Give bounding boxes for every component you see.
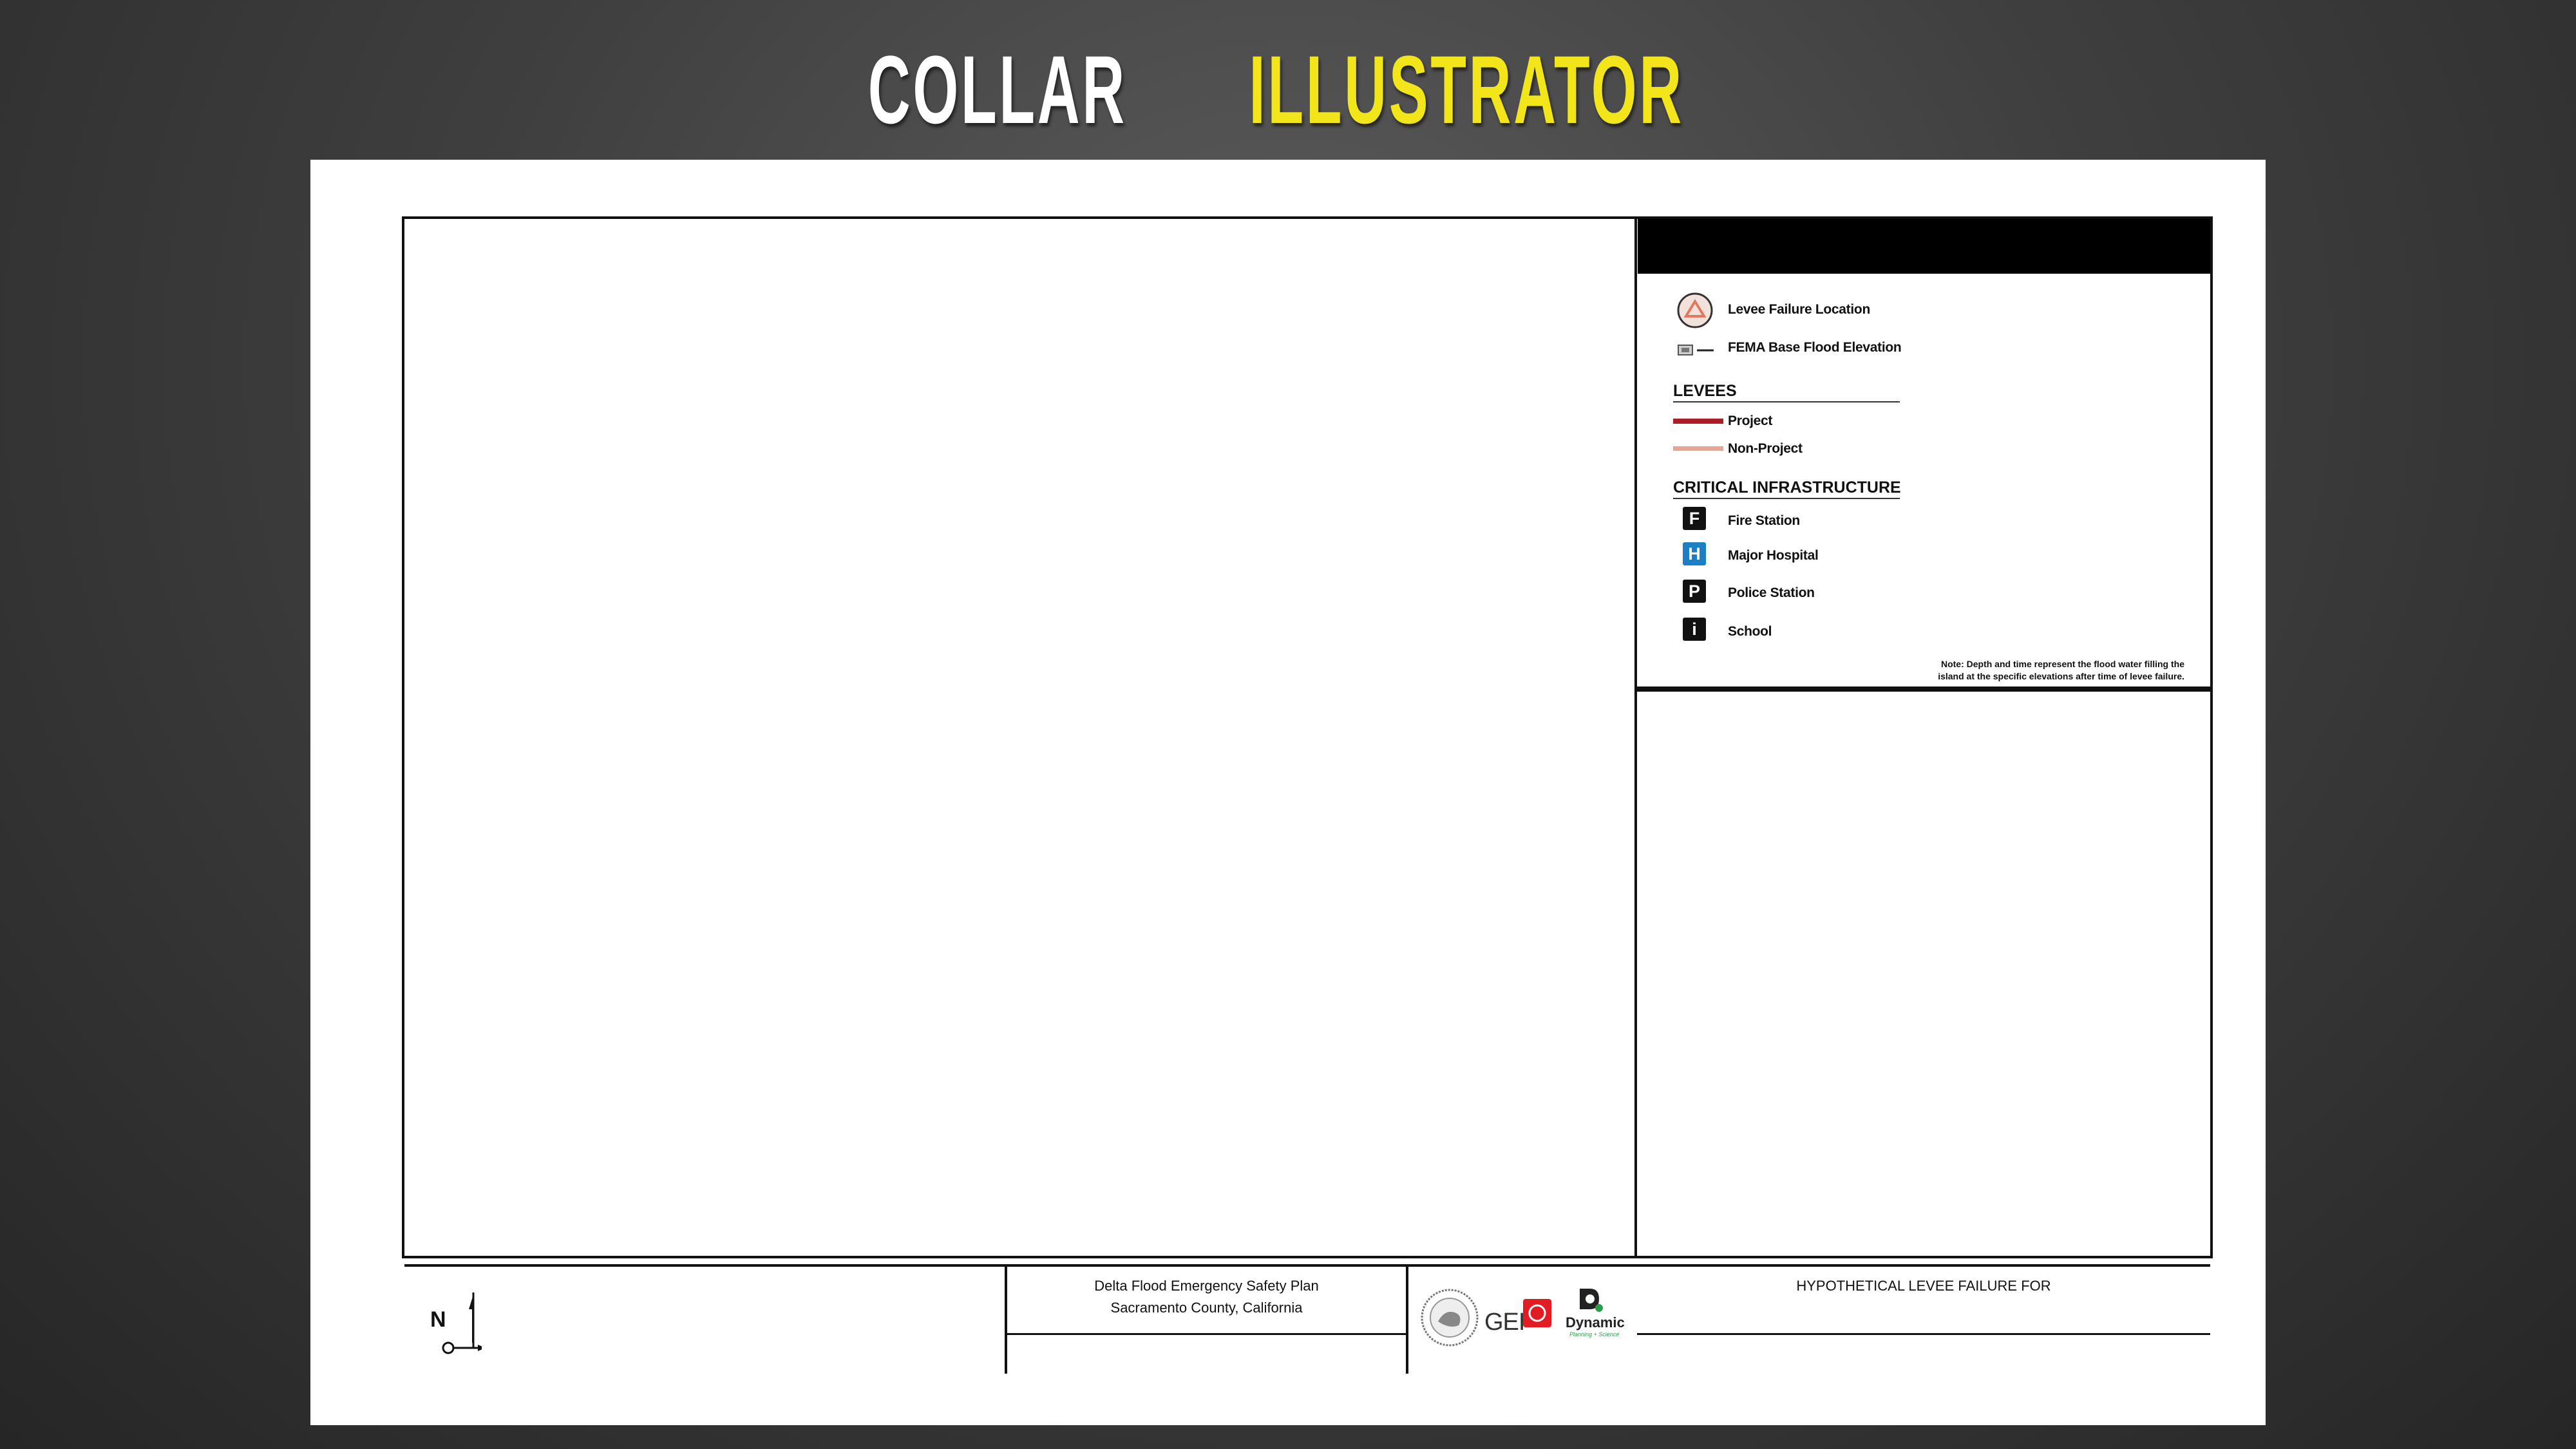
legend-police-station-label: Police Station <box>1728 585 1815 600</box>
non-project-levee-swatch <box>1673 446 1723 451</box>
levees-heading-underline <box>1673 401 1900 402</box>
title-white-word: COLLAR <box>867 35 1127 144</box>
legend-levees-heading: LEVEES <box>1673 382 1737 400</box>
dynamic-logo-tagline: Planning + Science <box>1569 1331 1620 1338</box>
critical-heading-underline <box>1673 498 1900 499</box>
major-hospital-icon: H <box>1683 542 1706 565</box>
logos: GEI Dynamic Planning + Science <box>1408 1267 1634 1374</box>
legend-note: Note: Depth and time represent the flood… <box>1938 658 2184 683</box>
school-icon: i <box>1683 618 1706 641</box>
legend-fire-station-label: Fire Station <box>1728 513 1800 528</box>
failure-title: HYPOTHETICAL LEVEE FAILURE FOR <box>1796 1278 2051 1294</box>
legend-major-hospital-label: Major Hospital <box>1728 548 1819 563</box>
legend-levee-failure-label: Levee Failure Location <box>1728 302 1870 317</box>
legend-note-line-2: island at the specific elevations after … <box>1938 671 2184 681</box>
dynamic-logo-mark <box>1580 1289 1603 1312</box>
north-label: N <box>430 1307 446 1332</box>
county-seal-logo <box>1421 1289 1479 1347</box>
dynamic-logo-text: Dynamic <box>1566 1314 1625 1331</box>
map-area[interactable] <box>404 219 1634 1264</box>
page-title: COLLAR ILLUSTRATOR <box>0 33 2576 146</box>
legend-non-project-label: Non-Project <box>1728 441 1803 456</box>
title-block-divider <box>404 1264 2210 1267</box>
legend-note-line-1: Note: Depth and time represent the flood… <box>1940 659 2184 669</box>
title-yellow-word: ILLUSTRATOR <box>1248 35 1684 144</box>
project-levee-swatch <box>1673 419 1723 424</box>
failure-cell-divider <box>1637 1333 2210 1335</box>
gei-logo-text: GEI <box>1484 1309 1525 1336</box>
police-station-icon: P <box>1683 580 1706 603</box>
levee-failure-location-icon <box>1677 292 1713 328</box>
fema-bfe-icon <box>1678 345 1714 355</box>
plan-cell-divider <box>1005 1333 1408 1335</box>
legend-school-label: School <box>1728 624 1772 639</box>
map-frame: Levee Failure Location FEMA Base Flood E… <box>402 216 2213 1374</box>
plan-title: Delta Flood Emergency Safety Plan Sacram… <box>1007 1275 1406 1319</box>
plan-title-line-2: Sacramento County, California <box>1110 1300 1303 1316</box>
fire-station-icon: F <box>1683 507 1706 530</box>
legend-project-label: Project <box>1728 413 1773 428</box>
gei-logo-mark <box>1523 1299 1551 1327</box>
legend-critical-heading: CRITICAL INFRASTRUCTURE <box>1673 478 1901 497</box>
legend-panel: Levee Failure Location FEMA Base Flood E… <box>1638 274 2210 699</box>
legend-fema-bfe-label: FEMA Base Flood Elevation <box>1728 340 1902 355</box>
legend-divider <box>1634 219 1637 1256</box>
map-sheet: Levee Failure Location FEMA Base Flood E… <box>310 160 2266 1425</box>
legend-header-bar <box>1638 219 2210 274</box>
plan-title-line-1: Delta Flood Emergency Safety Plan <box>1094 1278 1319 1294</box>
legend-bottom-rule <box>1637 687 2210 692</box>
